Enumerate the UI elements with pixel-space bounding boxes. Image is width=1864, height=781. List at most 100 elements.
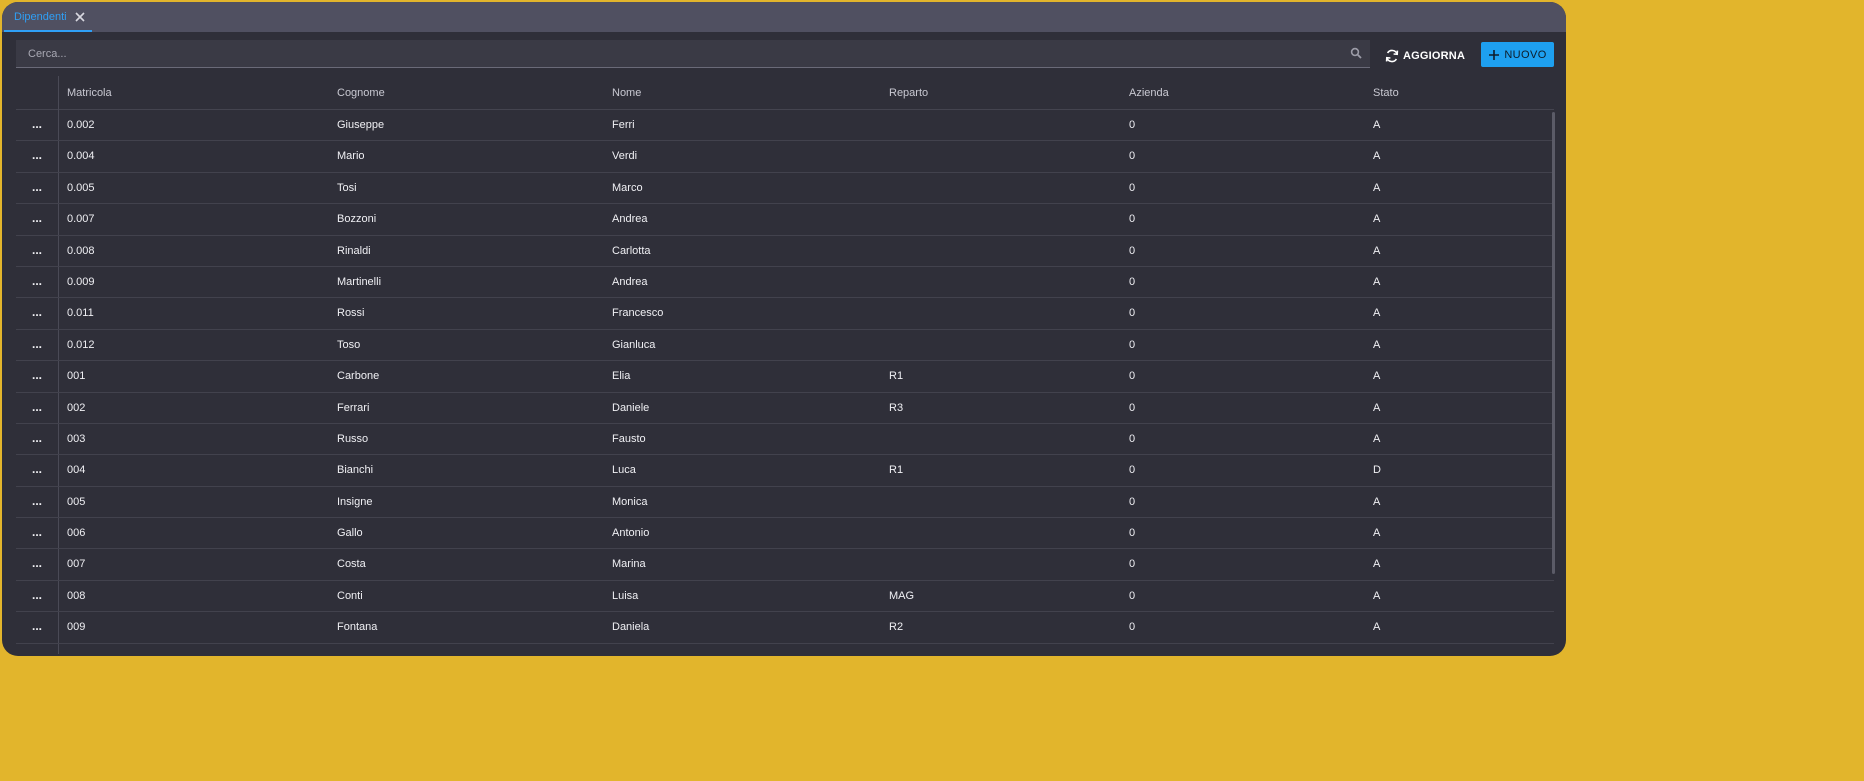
column-header-azienda[interactable]: Azienda [1129, 76, 1169, 110]
cell-azienda: 0 [1129, 527, 1136, 540]
cell-stato: A [1373, 527, 1381, 540]
row-menu-button[interactable]: ... [16, 424, 58, 455]
row-menu-button[interactable]: ... [16, 612, 58, 643]
table-row[interactable]: ... 0.011 Rossi Francesco 0 A [16, 298, 1554, 330]
cell-cognome: Toso [337, 338, 361, 351]
toolbar: AGGIORNA NUOVO [2, 32, 1566, 74]
column-header-stato[interactable]: Stato [1373, 76, 1399, 110]
cell-matricola: 0.002 [67, 119, 95, 131]
table-row[interactable]: ... 008 Conti Luisa MAG 0 A [16, 581, 1554, 613]
table-row[interactable]: ... 0.002 Giuseppe Ferri 0 A [16, 110, 1554, 142]
table-row[interactable]: ... 0.007 Bozzoni Andrea 0 A [16, 204, 1554, 236]
cell-matricola: 004 [67, 464, 86, 477]
cell-reparto: R2 [889, 621, 904, 634]
row-menu-button[interactable]: ... [16, 455, 58, 486]
cell-nome: Carlotta [612, 244, 651, 257]
row-menu-button[interactable]: ... [16, 549, 58, 580]
cell-matricola: 002 [67, 401, 86, 414]
cell-azienda: 0 [1129, 213, 1136, 226]
cell-cognome: Giuseppe [337, 119, 385, 131]
vertical-scrollbar[interactable] [1552, 112, 1555, 574]
row-menu-button[interactable]: ... [16, 518, 58, 549]
cell-matricola: 0.008 [67, 244, 95, 257]
cell-matricola: 0.004 [67, 150, 95, 163]
new-button[interactable]: NUOVO [1481, 42, 1554, 67]
column-header-reparto[interactable]: Reparto [889, 76, 928, 110]
cell-stato: A [1373, 621, 1381, 634]
column-header-matricola[interactable]: Matricola [67, 76, 112, 110]
table-row[interactable]: ... 004 Bianchi Luca R1 0 D [16, 455, 1554, 487]
row-menu-button[interactable]: ... [16, 361, 58, 392]
app-window: Dipendenti AGGIORNA [2, 2, 1566, 656]
table-row[interactable]: ... 003 Russo Fausto 0 A [16, 424, 1554, 456]
cell-reparto: R1 [889, 464, 904, 477]
table-row[interactable]: ... 0.009 Martinelli Andrea 0 A [16, 267, 1554, 299]
cell-cognome: Rossi [337, 307, 365, 320]
cell-cognome: Russo [337, 432, 369, 445]
cell-azienda: 0 [1129, 307, 1136, 320]
cell-azienda: 0 [1129, 150, 1136, 163]
search-input[interactable] [26, 40, 1330, 68]
column-header-cognome[interactable]: Cognome [337, 76, 385, 110]
cell-stato: A [1373, 244, 1381, 257]
table-row[interactable]: ... 005 Insigne Monica 0 A [16, 487, 1554, 519]
search-icon[interactable] [1350, 47, 1362, 59]
table-row[interactable]: ... 0.005 Tosi Marco 0 A [16, 173, 1554, 205]
cell-stato: A [1373, 119, 1381, 131]
cell-cognome: Bozzoni [337, 213, 377, 226]
row-menu-button[interactable]: ... [16, 204, 58, 235]
cell-stato: A [1373, 181, 1381, 194]
new-label: NUOVO [1504, 48, 1547, 61]
cell-cognome: Tosi [337, 181, 357, 194]
row-menu-button[interactable]: ... [16, 330, 58, 361]
row-menu-button[interactable]: ... [16, 487, 58, 518]
cell-stato: A [1373, 213, 1381, 226]
cell-nome: Marco [612, 181, 643, 194]
refresh-button[interactable]: AGGIORNA [1384, 45, 1470, 67]
cell-matricola: 008 [67, 589, 86, 602]
row-menu-button[interactable]: ... [16, 298, 58, 329]
table-row[interactable]: ... 002 Ferrari Daniele R3 0 A [16, 393, 1554, 424]
row-menu-button[interactable]: ... [16, 267, 58, 298]
table-row[interactable]: ... 006 Gallo Antonio 0 A [16, 518, 1554, 550]
tab-dipendenti[interactable]: Dipendenti [4, 2, 92, 32]
table-row[interactable]: ... 009 Fontana Daniela R2 0 A [16, 612, 1554, 644]
cell-nome: Andrea [612, 213, 648, 226]
cell-nome: Fausto [612, 432, 646, 445]
cell-matricola: 009 [67, 621, 86, 634]
row-menu-button[interactable]: ... [16, 173, 58, 204]
search-box[interactable] [16, 40, 1370, 68]
cell-nome: Luisa [612, 589, 639, 602]
row-menu-button[interactable]: ... [16, 110, 58, 141]
cell-matricola: 006 [67, 527, 86, 540]
cell-azienda: 0 [1129, 370, 1136, 383]
table-row[interactable]: ... 0.012 Toso Gianluca 0 A [16, 330, 1554, 362]
cell-nome: Gianluca [612, 338, 656, 351]
cell-cognome: Ferrari [337, 401, 370, 414]
cell-stato: A [1373, 401, 1381, 414]
close-icon[interactable] [73, 10, 87, 24]
cell-matricola: 005 [67, 495, 86, 508]
cell-nome: Andrea [612, 275, 648, 288]
cell-stato: A [1373, 558, 1381, 571]
cell-matricola: 0.009 [67, 275, 95, 288]
table-row[interactable]: ... 0.004 Mario Verdi 0 A [16, 141, 1554, 173]
table-row[interactable]: ... 0.008 Rinaldi Carlotta 0 A [16, 236, 1554, 267]
table-row[interactable]: ... 001 Carbone Elia R1 0 A [16, 361, 1554, 393]
plus-icon [1488, 49, 1500, 61]
cell-stato: A [1373, 370, 1381, 383]
cell-nome: Verdi [612, 150, 638, 163]
cell-reparto: R1 [889, 370, 904, 383]
cell-cognome: Mario [337, 150, 365, 163]
cell-stato: A [1373, 589, 1381, 602]
cell-cognome: Gallo [337, 527, 363, 540]
column-header-nome[interactable]: Nome [612, 76, 641, 110]
row-menu-button[interactable]: ... [16, 393, 58, 424]
cell-nome: Daniele [612, 401, 650, 414]
cell-nome: Monica [612, 495, 648, 508]
row-menu-button[interactable]: ... [16, 141, 58, 172]
row-menu-button[interactable]: ... [16, 236, 58, 267]
row-menu-button[interactable]: ... [16, 581, 58, 612]
table-row[interactable]: ... 007 Costa Marina 0 A [16, 549, 1554, 581]
cell-stato: A [1373, 338, 1381, 351]
